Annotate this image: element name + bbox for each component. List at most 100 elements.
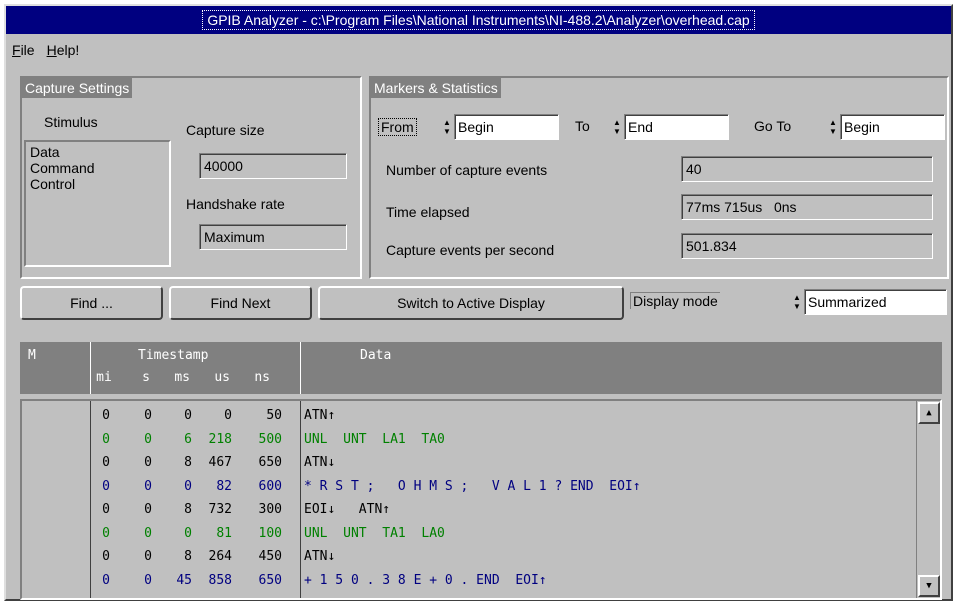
cell-mi: 0 [102, 478, 110, 494]
cell-data: ATN↓ [304, 455, 336, 470]
cell-mi: 0 [102, 431, 110, 447]
cell-us: 81 [216, 525, 232, 541]
from-value[interactable]: Begin [454, 114, 559, 140]
header-mi: mi [96, 370, 112, 385]
stimulus-label: Stimulus [44, 114, 98, 130]
capture-size-field[interactable]: 40000 [199, 153, 347, 179]
spin-arrows-icon[interactable]: ▲ ▼ [611, 117, 623, 137]
window-title: GPIB Analyzer - c:\Program Files\Nationa… [202, 10, 755, 30]
cell-data: UNL UNT LA1 TA0 [304, 431, 445, 447]
table-row[interactable]: 0 0 45 858 650 + 1 5 0 . 3 8 E + 0 . END EOI↑ [22, 570, 912, 592]
header-timestamp: Timestamp [138, 348, 209, 363]
capture-settings-group: Capture Settings Stimulus Data Command C… [20, 76, 362, 279]
cell-ms: 0 [184, 478, 192, 494]
table-row[interactable]: 0 0 0 82 600 * R S T ; O H M S ; V A L 1 ? EN… [22, 476, 912, 498]
header-s: s [142, 370, 150, 385]
cell-ms: 0 [184, 408, 192, 423]
cell-s: 0 [144, 502, 152, 517]
scroll-down-icon[interactable]: ▼ [918, 575, 940, 597]
vertical-scrollbar[interactable]: ▲ ▼ [916, 401, 940, 598]
events-per-sec-label: Capture events per second [386, 242, 555, 258]
table-row[interactable]: 0 0 8 467 650 ATN↓ [22, 452, 912, 474]
cell-ns: 300 [258, 502, 282, 517]
menu-bar: File Help! [6, 39, 951, 61]
handshake-rate-label: Handshake rate [186, 196, 285, 212]
cell-ns: 100 [258, 525, 282, 541]
cell-ns: 450 [258, 549, 282, 564]
goto-label: Go To [754, 118, 792, 134]
cell-s: 0 [144, 572, 152, 588]
stimulus-item-command[interactable]: Command [30, 160, 165, 176]
cell-ns: 650 [258, 455, 282, 470]
spin-arrows-icon[interactable]: ▲ ▼ [827, 117, 839, 137]
cell-mi: 0 [102, 455, 110, 470]
handshake-rate-field[interactable]: Maximum [199, 224, 347, 250]
header-ns: ns [254, 370, 270, 385]
cell-ns: 600 [258, 478, 282, 494]
table-row[interactable]: 0 0 0 81 100 UNL UNT TA1 LA0 [22, 523, 912, 545]
stimulus-item-control[interactable]: Control [30, 176, 165, 192]
to-label: To [575, 118, 590, 134]
cell-ms: 8 [184, 549, 192, 564]
cell-us: 264 [208, 549, 232, 564]
header-m: M [28, 348, 36, 363]
time-elapsed-field: 77ms 715us 0ns [681, 194, 933, 220]
markers-statistics-group: Markers & Statistics From ▲ ▼ Begin To ▲ ▼… [369, 76, 949, 279]
main-window: GPIB Analyzer - c:\Program Files\Nationa… [4, 4, 953, 601]
table-row[interactable]: 0 0 0 0 50 ATN↑ [22, 405, 912, 427]
to-value[interactable]: End [624, 114, 729, 140]
display-mode-spin[interactable]: ▲ ▼ Summarized [791, 289, 947, 315]
menu-help[interactable]: Help! [41, 42, 86, 58]
menu-file-accel: F [12, 42, 21, 58]
cell-us: 82 [216, 478, 232, 494]
cell-s: 0 [144, 455, 152, 470]
num-events-label: Number of capture events [386, 162, 548, 178]
title-bar[interactable]: GPIB Analyzer - c:\Program Files\Nationa… [6, 6, 951, 34]
stimulus-item-data[interactable]: Data [30, 144, 165, 160]
cell-us: 467 [208, 455, 232, 470]
cell-s: 0 [144, 525, 152, 541]
menu-file[interactable]: File [6, 42, 41, 58]
from-spin[interactable]: ▲ ▼ Begin [441, 114, 559, 140]
to-spin[interactable]: ▲ ▼ End [611, 114, 729, 140]
cell-ns: 50 [266, 408, 282, 423]
cell-us: 858 [208, 572, 232, 588]
cell-mi: 0 [102, 549, 110, 564]
cell-data: * R S T ; O H M S ; V A L 1 ? END EOI↑ [304, 478, 641, 494]
find-next-button-label: Find Next [210, 295, 271, 311]
from-label[interactable]: From [378, 118, 417, 136]
spin-arrows-icon[interactable]: ▲ ▼ [441, 117, 453, 137]
cell-ms: 8 [184, 455, 192, 470]
header-divider [90, 342, 91, 394]
events-per-sec-field: 501.834 [681, 233, 933, 259]
scroll-up-icon[interactable]: ▲ [918, 402, 940, 424]
cell-ms: 6 [184, 431, 192, 447]
spin-arrows-icon[interactable]: ▲ ▼ [791, 292, 803, 312]
display-mode-value[interactable]: Summarized [804, 289, 947, 315]
table-row[interactable]: 0 0 8 732 300 EOI↓ ATN↑ [22, 499, 912, 521]
stimulus-list[interactable]: Data Command Control [24, 140, 171, 267]
goto-value[interactable]: Begin [840, 114, 945, 140]
switch-active-display-label: Switch to Active Display [397, 295, 545, 311]
switch-active-display-button[interactable]: Switch to Active Display [318, 286, 624, 320]
table-row[interactable]: 0 0 6 218 500 UNL UNT LA1 TA0 [22, 429, 912, 451]
find-next-button[interactable]: Find Next [169, 286, 312, 320]
cell-us: 0 [224, 408, 232, 423]
header-us: us [214, 370, 230, 385]
find-button-label: Find ... [70, 295, 113, 311]
table-row[interactable]: 0 0 8 264 450 ATN↓ [22, 546, 912, 568]
time-elapsed-label: Time elapsed [386, 204, 470, 220]
capture-list[interactable]: 0 0 0 0 50 ATN↑ 0 0 6 218 500 UNL UNT LA1 TA0 0 0 8 467… [20, 399, 942, 600]
cell-ns: 650 [258, 572, 282, 588]
cell-ms: 45 [176, 572, 192, 588]
cell-mi: 0 [102, 572, 110, 588]
menu-file-rest: ile [20, 42, 35, 58]
header-divider [300, 342, 301, 394]
goto-spin[interactable]: ▲ ▼ Begin [827, 114, 945, 140]
cell-data: + 1 5 0 . 3 8 E + 0 . END EOI↑ [304, 572, 547, 588]
find-button[interactable]: Find ... [20, 286, 163, 320]
cell-ms: 8 [184, 502, 192, 517]
cell-s: 0 [144, 408, 152, 423]
markers-statistics-title: Markers & Statistics [371, 78, 501, 98]
cell-data: UNL UNT TA1 LA0 [304, 525, 445, 541]
